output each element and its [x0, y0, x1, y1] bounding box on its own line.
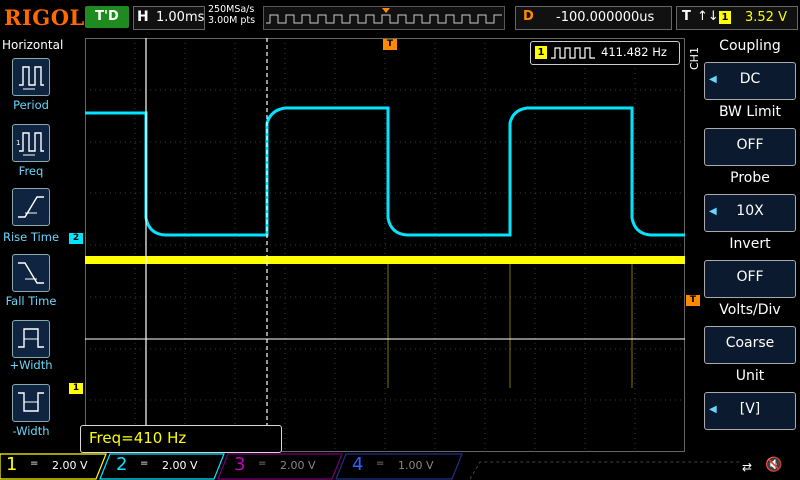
- graticule: [85, 38, 685, 452]
- run-stop-status[interactable]: T'D: [85, 6, 129, 28]
- channel-number: 3: [234, 454, 246, 475]
- period-label: Period: [13, 98, 49, 112]
- positive-width-icon: [18, 328, 44, 348]
- rigol-logo: RIGOL: [4, 5, 85, 30]
- overview-waveform: [266, 8, 502, 24]
- trigger-box[interactable]: T ↑↓ 1 3.52 V: [676, 6, 798, 30]
- freq-label: Freq: [18, 164, 44, 178]
- period-icon: [19, 66, 44, 90]
- trigger-label: T: [682, 9, 691, 24]
- positive-width-label: +Width: [9, 358, 53, 372]
- menu-bw-limit[interactable]: BW Limit OFF: [704, 104, 796, 166]
- sample-info: 250MSa/s 3.00M pts: [208, 4, 255, 26]
- fall-time-label: Fall Time: [5, 294, 57, 308]
- ch2-offset-marker[interactable]: 2: [69, 233, 83, 244]
- channel-scale: 1.00 V: [398, 459, 434, 472]
- menu-item-title: Volts/Div: [719, 302, 781, 318]
- menu-item-value: [V]: [739, 401, 761, 417]
- memory-depth: 3.00M pts: [208, 15, 256, 26]
- left-menu-title: Horizontal: [2, 38, 64, 52]
- menu-channel-label: CH1: [688, 47, 701, 70]
- negative-width-icon: [18, 392, 44, 412]
- menu-item-box[interactable]: Coarse: [704, 326, 796, 364]
- menu-item-title: BW Limit: [718, 104, 782, 120]
- waveform-overview[interactable]: [263, 6, 505, 30]
- channel-status-bar: 1 = 2.00 V 2 = 2.00 V 3 = 2.00 V 4 = 1.00 V ⇄ 🔇: [0, 452, 800, 480]
- menu-volts-div[interactable]: Volts/Div Coarse: [704, 302, 796, 364]
- fall-time-icon: [18, 262, 44, 284]
- menu-probe[interactable]: Probe ◀ 10X: [704, 170, 796, 232]
- horizontal-timebase[interactable]: H 1.00ms: [133, 6, 205, 30]
- menu-coupling[interactable]: Coupling ◀ DC: [704, 38, 796, 100]
- speaker-mute-icon[interactable]: 🔇: [765, 457, 782, 473]
- ch2-waveform: [85, 106, 685, 237]
- trigger-level-marker[interactable]: T: [686, 295, 700, 306]
- menu-item-box[interactable]: ◀ DC: [704, 62, 796, 100]
- ch1-offset-marker[interactable]: 1: [69, 383, 83, 394]
- waveform-display[interactable]: [85, 38, 685, 452]
- menu-item-title: Invert: [729, 236, 771, 252]
- trigger-position-marker[interactable]: T: [383, 39, 397, 50]
- menu-item-title: Probe: [730, 170, 770, 186]
- channel-number: 1: [6, 454, 18, 475]
- menu-item-box[interactable]: OFF: [704, 128, 796, 166]
- dc-coupling-icon: =: [140, 458, 149, 469]
- delay-box[interactable]: D -100.000000us: [515, 6, 672, 30]
- horizontal-label: H: [137, 9, 149, 25]
- channel-tab-4[interactable]: 4 = 1.00 V: [346, 452, 450, 480]
- trigger-source: 1: [719, 11, 731, 24]
- menu-item-box[interactable]: ◀ 10X: [704, 194, 796, 232]
- timebase-value: 1.00ms: [156, 10, 205, 25]
- positive-width-button[interactable]: [12, 320, 50, 358]
- delay-value: -100.000000us: [556, 10, 655, 25]
- menu-item-value: Coarse: [725, 335, 775, 351]
- dc-coupling-icon: =: [376, 458, 385, 469]
- menu-item-value: 10X: [736, 203, 764, 219]
- channel-tab-2[interactable]: 2 = 2.00 V: [110, 452, 214, 480]
- channel-scale: 2.00 V: [162, 459, 198, 472]
- channel-scale: 2.00 V: [52, 459, 88, 472]
- svg-text:1: 1: [16, 139, 20, 147]
- period-button[interactable]: [12, 58, 50, 96]
- menu-item-box[interactable]: OFF: [704, 260, 796, 298]
- square-wave-icon: [551, 47, 595, 59]
- measurement-value: 411.482 Hz: [601, 45, 667, 59]
- channel-scale: 2.00 V: [280, 459, 316, 472]
- trigger-slope-icon: ↑↓: [697, 9, 719, 24]
- freq-icon: 1: [16, 132, 44, 156]
- negative-width-button[interactable]: [12, 384, 50, 422]
- menu-item-value: OFF: [736, 137, 764, 153]
- trigger-level: 3.52 V: [745, 10, 787, 25]
- channel-tab-3[interactable]: 3 = 2.00 V: [228, 452, 332, 480]
- cursor-readout: Freq=410 Hz: [80, 425, 282, 453]
- menu-unit[interactable]: Unit ◀ [V]: [704, 368, 796, 430]
- channel-number: 2: [116, 454, 128, 475]
- usb-icon: ⇄: [742, 460, 753, 474]
- dc-coupling-icon: =: [30, 458, 39, 469]
- rise-time-button[interactable]: [12, 188, 50, 226]
- menu-item-value: DC: [739, 71, 761, 87]
- fall-time-button[interactable]: [12, 254, 50, 292]
- freq-button[interactable]: 1: [12, 124, 50, 162]
- ch1-waveform: [85, 256, 685, 264]
- channel-tab-1[interactable]: 1 = 2.00 V: [0, 452, 104, 480]
- horizontal-measure-menu: Horizontal Period 1 Freq Rise Time Fall …: [0, 38, 64, 452]
- rise-time-label: Rise Time: [2, 230, 60, 244]
- rise-time-icon: [18, 196, 44, 218]
- channel-number: 4: [352, 454, 364, 475]
- cursor-readout-text: Freq=410 Hz: [89, 429, 187, 447]
- menu-item-title: Coupling: [719, 38, 781, 54]
- menu-item-title: Unit: [735, 368, 765, 384]
- menu-invert[interactable]: Invert OFF: [704, 236, 796, 298]
- top-status-bar: RIGOL T'D H 1.00ms 250MSa/s 3.00M pts D …: [0, 0, 800, 38]
- measurement-channel: 1: [535, 46, 547, 59]
- overview-trigger-marker: [382, 8, 390, 13]
- dc-coupling-icon: =: [258, 458, 267, 469]
- delay-label: D: [523, 9, 534, 24]
- menu-item-value: OFF: [736, 269, 764, 285]
- menu-item-box[interactable]: ◀ [V]: [704, 392, 796, 430]
- sample-rate: 250MSa/s: [208, 4, 255, 15]
- frequency-measurement[interactable]: 1 411.482 Hz: [530, 41, 680, 65]
- negative-width-label: -Width: [12, 424, 50, 438]
